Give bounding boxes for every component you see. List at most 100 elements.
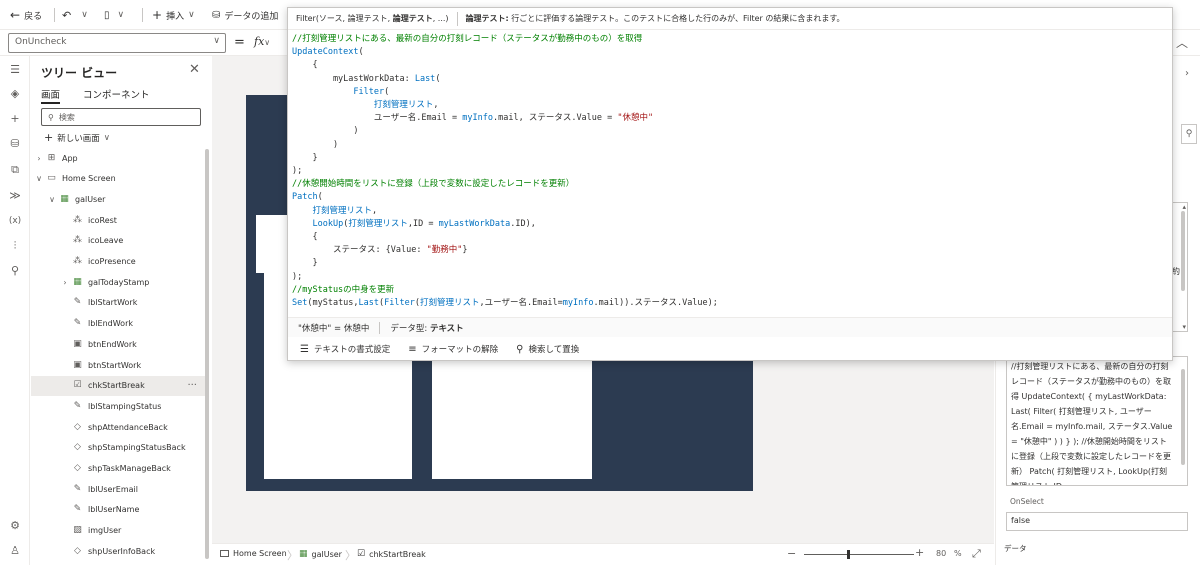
formula-result-bar: "休憩中" = 休憩中 データ型: テキスト [288,317,1172,337]
insert-plus-icon[interactable]: + [7,111,23,127]
tree-item-icopresence[interactable]: ⁂ icoPresence [31,252,209,272]
label-icon: ✎ [73,318,82,329]
tree-item-galuser[interactable]: ∨ ▦ galUser [31,189,209,209]
settings-icon[interactable]: ⚙ [7,518,23,534]
code-token: { [292,232,318,243]
zoom-slider[interactable] [804,554,914,555]
tree-item-btnendwork[interactable]: ▣ btnEndWork [31,334,209,354]
menu-icon[interactable]: ☰ [7,62,23,78]
layers-icon[interactable]: ◈ [7,86,23,102]
remove-formatting-button[interactable]: ≡ フォーマットの解除 [408,343,498,356]
code-token: //休憩開始時間をリストに登録（上段で変数に設定したレコードを更新） [292,179,575,190]
chevron-down-icon: ∨ [117,10,125,20]
shape-icon: ◇ [74,421,81,432]
paste-button[interactable]: ▯ ∨ [104,7,124,23]
tree-item-label: shpUserInfoBack [88,546,156,556]
tree-item-lblusername[interactable]: ✎ lblUserName [31,500,209,520]
zoom-in-button[interactable]: + [915,546,924,559]
expand-chevron-icon[interactable]: › [61,278,69,287]
code-token: Last [414,73,436,84]
tree-item-shpattendanceback[interactable]: ◇ shpAttendanceBack [31,417,209,437]
tree-item-icoleave[interactable]: ⁂ icoLeave [31,231,209,251]
media-icon[interactable]: ⧉ [7,162,23,178]
code-line: { [292,231,1168,244]
scroll-up-icon[interactable]: ▴ [1182,203,1186,211]
advanced-tools-icon[interactable]: ⫶ [7,238,23,254]
tree-item-galtodaystamp[interactable]: › ▦ galTodayStamp [31,272,209,292]
tree-item-shptaskmanageback[interactable]: ◇ shpTaskManageBack [31,459,209,479]
fx-button[interactable]: fx∨ [254,35,270,48]
property-dropdown[interactable]: OnUncheck ∨ [8,33,226,53]
zoom-out-button[interactable]: − [787,547,796,560]
data-cylinder-icon[interactable]: ⛁ [7,136,23,152]
tree-item-lblendwork[interactable]: ✎ lblEndWork [31,314,209,334]
tree-item-icorest[interactable]: ⁂ icoRest [31,210,209,230]
code-line: } [292,152,1168,165]
clipboard-icon: ▯ [104,9,110,21]
tree-item-shpuserinfoback[interactable]: ◇ shpUserInfoBack [31,541,209,561]
collapse-chevron-icon[interactable]: ∨ [48,195,56,204]
code-token: .ID), [510,218,536,229]
code-token: ( [358,47,364,58]
tree-item-label: icoPresence [88,257,136,266]
tree-item-imguser[interactable]: ▨ imgUser [31,521,209,541]
tree-item-lblstampingstatus[interactable]: ✎ lblStampingStatus [31,396,209,416]
properties-text-fragment: 約 [1172,267,1180,276]
chevron-down-icon: ∨ [103,132,110,143]
code-token: "休憩中" [617,113,654,124]
breadcrumb-screen[interactable]: Home Screen [220,549,287,558]
add-data-button[interactable]: ⛁ データの追加 [212,7,278,23]
format-text-button[interactable]: ☰ テキストの書式設定 [300,343,390,356]
tree-scrollbar[interactable] [205,149,209,559]
undo-button[interactable]: ↶ ∨ [62,7,88,23]
close-icon[interactable]: ✕ [189,62,200,77]
account-icon[interactable]: ♙ [7,543,23,559]
tree-item-home-screen[interactable]: ∨ ▭ Home Screen [31,169,209,189]
function-signature: Filter(ソース, 論理テスト, 論理テスト, ...) [288,11,458,26]
collapse-chevron-icon[interactable]: ∨ [35,174,43,183]
find-replace-button[interactable]: ⚲ 検索して置換 [516,343,579,356]
code-scrollbar[interactable] [1163,32,1171,294]
tab-screens[interactable]: 画面 [41,87,61,104]
tree-item-app[interactable]: › ⊞ App [31,148,209,168]
code-token: ( [317,192,323,203]
expand-chevron-icon[interactable]: › [35,154,43,163]
insert-button[interactable]: + 挿入 ∨ [152,7,195,23]
code-token: .mail, ステータス.Value = [493,113,618,124]
result-type-value: テキスト [429,323,464,334]
new-screen-label: 新しい画面 [57,133,100,144]
properties-search-icon[interactable]: ⚲ [1181,124,1197,144]
formula-preview-box[interactable]: //打刻管理リストにある、最新の自分の打刻レコード（ステータスが勤務中のもの）を… [1006,356,1188,486]
onselect-input[interactable]: false [1006,512,1188,531]
formula-code[interactable]: //打刻管理リストにある、最新の自分の打刻レコード（ステータスが勤務中のもの）を… [292,33,1168,310]
variables-icon[interactable]: (x) [7,213,23,229]
chevron-right-icon[interactable]: › [1185,68,1189,79]
power-automate-icon[interactable]: ≫ [7,188,23,204]
zoom-slider-thumb[interactable] [847,550,850,559]
tree-search-input[interactable]: ⚲ 検索 [41,108,201,126]
fit-to-window-icon[interactable]: ⤢ [972,547,981,561]
code-line: ステータス: {Value: "勤務中"} [292,244,1168,257]
label-icon: ✎ [73,504,82,515]
more-options-icon[interactable]: ··· [187,380,197,391]
tree-item-chkstartbreak[interactable]: ☑ chkStartBreak ··· [31,375,209,396]
tree-item-lblstartwork[interactable]: ✎ lblStartWork [31,293,209,313]
icon-control-icon: ⁂ [73,214,82,225]
back-button[interactable]: ← 戻る [10,7,42,23]
breadcrumb-control[interactable]: ☑ chkStartBreak [357,549,426,559]
formula-editor[interactable]: Filter(ソース, 論理テスト, 論理テスト, ...) 論理テスト: 行ご… [287,7,1173,361]
plus-icon: + [152,8,163,22]
scroll-down-icon[interactable]: ▾ [1182,323,1186,331]
formula-preview-scrollbar[interactable] [1181,369,1185,465]
breadcrumb-gallery[interactable]: ▦ galUser [299,549,342,559]
tree-item-lbluseremail[interactable]: ✎ lblUserEmail [31,479,209,499]
code-line: ) [292,125,1168,138]
tree-item-btnstartwork[interactable]: ▣ btnStartWork [31,355,209,375]
properties-scrollbar[interactable] [1181,211,1185,291]
new-screen-button[interactable]: + 新しい画面 ∨ [44,131,110,144]
code-token: ステータス: {Value: [292,245,427,256]
tree-item-shpstampingstatusback[interactable]: ◇ shpStampingStatusBack [31,438,209,458]
search-icon[interactable]: ⚲ [7,263,23,279]
tab-components[interactable]: コンポーネント [83,87,150,101]
